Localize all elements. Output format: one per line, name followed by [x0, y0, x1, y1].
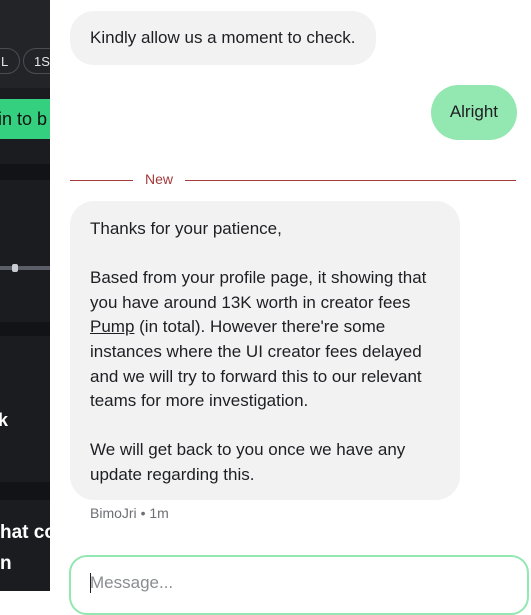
divider-line	[185, 180, 516, 181]
background-text: hat co	[0, 522, 50, 543]
message-meta: BimoJri • 1m	[90, 505, 169, 521]
message-time: 1m	[149, 505, 169, 521]
pump-link[interactable]: Pump	[90, 317, 134, 336]
background-divider	[0, 322, 50, 336]
background-chip[interactable]: 1S	[23, 48, 50, 74]
message-text: Alright	[449, 102, 498, 121]
background-slider-knob[interactable]	[12, 264, 18, 272]
message-paragraph: We will get back to you once we have any…	[90, 440, 406, 484]
background-text: k	[0, 410, 9, 430]
background-divider	[0, 482, 50, 500]
message-paragraph: Based from your profile page, it showing…	[90, 266, 440, 414]
background-header	[0, 0, 50, 88]
new-messages-divider: New	[70, 171, 516, 187]
message-text: (in total). However there're some instan…	[90, 317, 422, 411]
message-line: Thanks for your patience,	[90, 219, 282, 238]
message-input[interactable]	[90, 573, 490, 593]
user-message-bubble: Alright	[430, 85, 517, 140]
background-green-button-label: in to b	[0, 109, 48, 129]
author-name: BimoJri	[90, 505, 137, 521]
chat-panel: Kindly allow us a moment to check. Alrig…	[50, 0, 531, 615]
background-chip-label: 1S	[34, 54, 50, 69]
new-messages-label: New	[145, 171, 174, 187]
background-divider	[0, 164, 50, 180]
background-green-button[interactable]: in to b	[0, 99, 50, 139]
agent-message-bubble: Kindly allow us a moment to check.	[70, 11, 376, 65]
message-input-box[interactable]	[69, 555, 529, 615]
background-app: L 1S in to b k hat co n	[0, 0, 50, 591]
background-chip-label: L	[1, 54, 9, 69]
background-slider-track[interactable]	[0, 266, 50, 270]
divider-line	[70, 180, 133, 181]
message-text: Based from your profile page, it showing…	[90, 268, 427, 312]
message-text: Kindly allow us a moment to check.	[90, 28, 356, 47]
meta-separator: •	[140, 505, 146, 521]
background-text: n	[0, 553, 12, 574]
agent-message-bubble: Thanks for your patience, Based from you…	[70, 201, 460, 500]
